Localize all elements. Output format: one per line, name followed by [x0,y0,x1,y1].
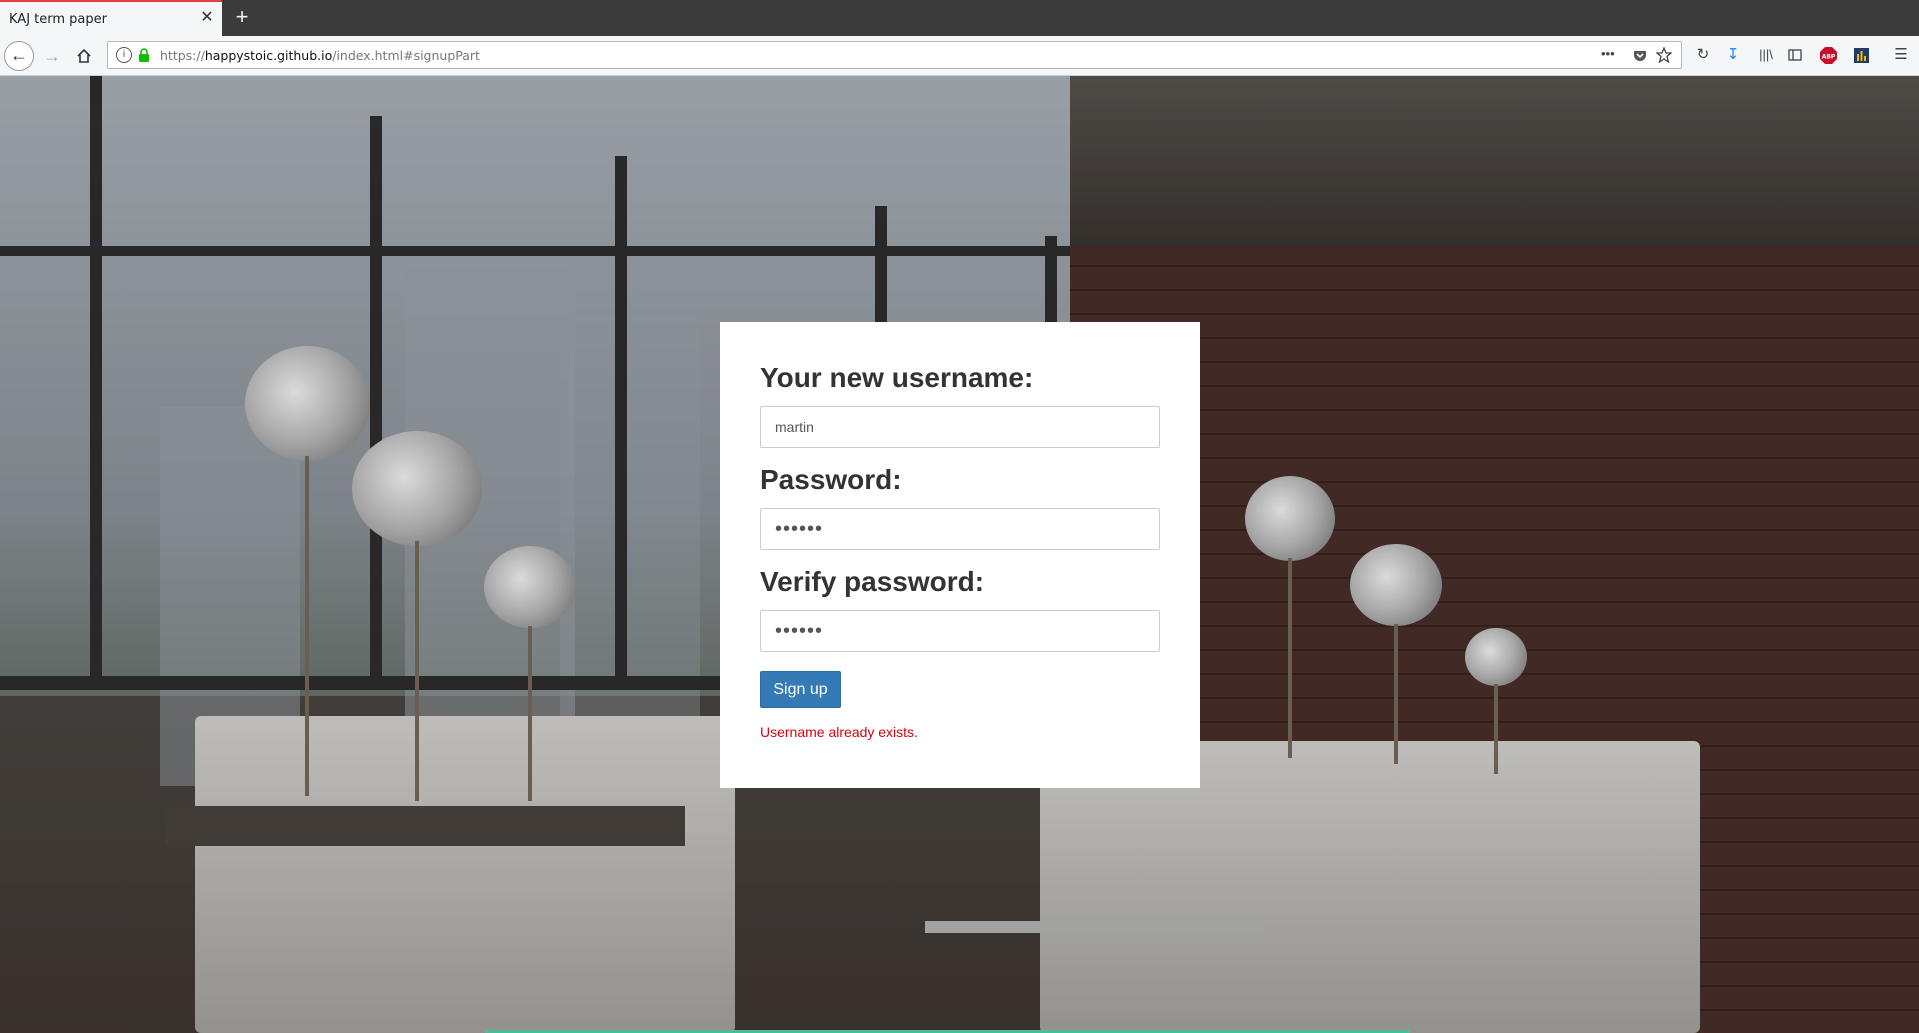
adblock-button[interactable]: ABP [1818,45,1838,65]
menu-button[interactable]: ☰ [1891,45,1911,65]
verify-password-label: Verify password: [760,566,985,597]
error-message: Username already exists. [760,724,918,740]
tab-bar: KAJ term paper ✕ + [0,0,1919,36]
password-input[interactable]: •••••• [760,508,1160,550]
url-host: happystoic.github.io [204,48,333,63]
adblock-plus-icon: ABP [1819,47,1837,64]
sidebar-icon [1788,49,1802,61]
forward-button[interactable]: → [40,44,64,68]
page-actions-icon[interactable]: ••• [1601,46,1615,61]
svg-text:ABP: ABP [1821,54,1835,61]
lock-icon[interactable] [138,48,150,62]
library-button[interactable]: |||\ [1756,45,1776,65]
download-icon: ↧ [1726,46,1740,63]
downloads-button[interactable]: ↧ [1723,45,1743,65]
pocket-icon[interactable] [1632,48,1648,64]
tab-title: KAJ term paper [9,12,107,27]
reload-icon: ↻ [1696,46,1710,63]
tab-active[interactable]: KAJ term paper ✕ [0,0,222,36]
url-text[interactable]: https://happystoic.github.io/index.html#… [160,48,480,63]
navigation-bar: ← → i https://happystoic.github.io/index… [0,36,1919,76]
stats-extension-icon [1853,48,1869,63]
verify-password-input[interactable]: •••••• [760,610,1160,652]
home-icon [77,48,91,63]
url-scheme: https:// [160,48,205,63]
password-label: Password: [760,464,902,495]
site-info-icon[interactable]: i [116,47,132,63]
back-button[interactable]: ← [4,41,34,71]
bookmark-star-icon[interactable] [1656,47,1672,63]
signup-form: Your new username: martin Password: ••••… [720,322,1200,788]
library-icon: |||\ [1759,47,1773,62]
forward-arrow-icon: → [43,46,61,66]
home-button[interactable] [72,44,96,68]
username-input[interactable]: martin [760,406,1160,448]
tab-close-icon[interactable]: ✕ [198,9,216,27]
new-tab-button[interactable]: + [230,5,254,29]
hamburger-menu-icon: ☰ [1894,46,1908,63]
extension-button[interactable] [1851,45,1871,65]
back-arrow-icon: ← [10,45,28,65]
url-bar[interactable]: i https://happystoic.github.io/index.htm… [107,41,1682,69]
reload-button[interactable]: ↻ [1693,45,1713,65]
username-label: Your new username: [760,362,1034,393]
url-path: /index.html#signupPart [332,48,480,63]
signup-button[interactable]: Sign up [760,671,841,708]
sidebar-button[interactable] [1785,45,1805,65]
